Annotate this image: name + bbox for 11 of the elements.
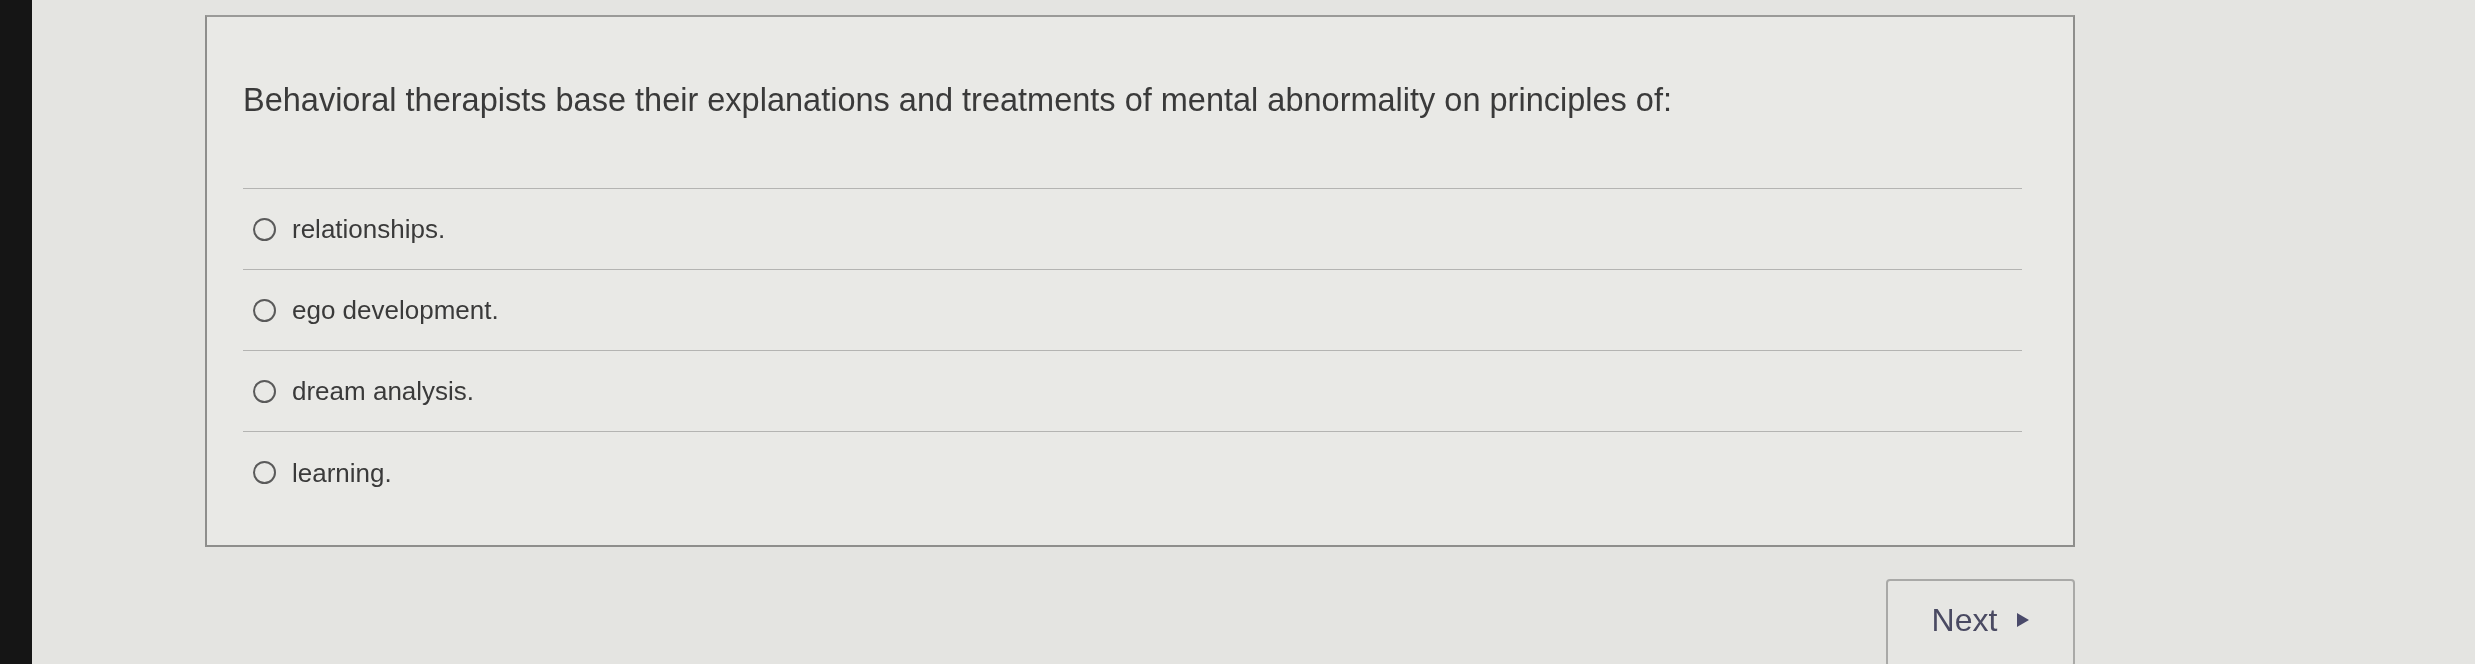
radio-button[interactable] — [253, 379, 276, 403]
radio-button[interactable] — [253, 298, 276, 322]
option-label[interactable]: relationships. — [292, 213, 446, 245]
radio-button[interactable] — [253, 461, 276, 484]
next-button[interactable]: Next — [1886, 579, 2075, 664]
option-label[interactable]: dream analysis. — [292, 375, 475, 407]
option-label[interactable]: ego development. — [292, 294, 499, 326]
radio-button[interactable] — [253, 217, 276, 241]
caret-icon — [2017, 613, 2030, 627]
question-text: Behavioral therapists base their explanations and treatments of mental abnormality on principles of: — [243, 81, 1672, 119]
option-label[interactable]: learning. — [292, 456, 392, 489]
